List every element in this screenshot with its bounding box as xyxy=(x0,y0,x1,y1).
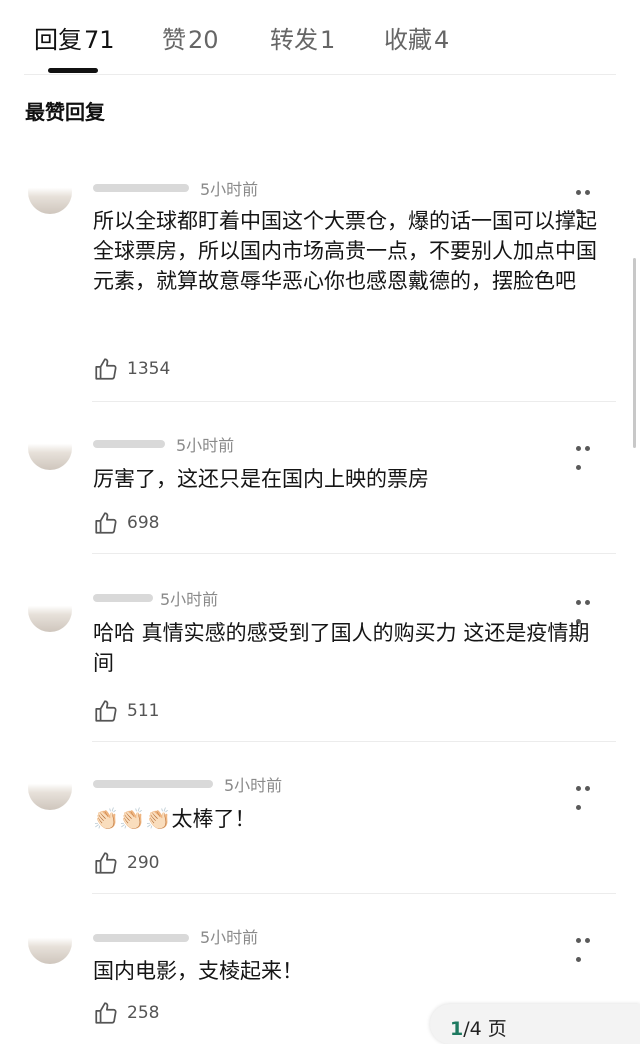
comment-text: 所以全球都盯着中国这个大票仓，爆的话一国可以撑起全球票房，所以国内市场高贵一点，… xyxy=(93,209,597,293)
comment-text: 厉害了，这还只是在国内上映的票房 xyxy=(93,467,429,491)
tabs-divider xyxy=(24,74,616,75)
scrollbar[interactable] xyxy=(633,258,636,448)
username[interactable] xyxy=(93,184,189,192)
tab-favorites[interactable]: 收藏4 xyxy=(384,20,449,55)
tab-bar: 回复71 赞20 转发1 收藏4 xyxy=(0,0,640,74)
comment-item: 5小时前 哈哈 真情实感的感受到了国人的购买力 这还是疫情期间 511 xyxy=(0,580,640,740)
comment-text: 👏🏻👏🏻👏🏻太棒了！ xyxy=(93,807,256,831)
like-count: 698 xyxy=(127,513,160,533)
username[interactable] xyxy=(93,594,153,602)
username[interactable] xyxy=(93,934,189,942)
comment-item: 5小时前 👏🏻👏🏻👏🏻太棒了！ 290 xyxy=(0,766,640,892)
avatar[interactable] xyxy=(28,170,72,214)
comment-time: 5小时前 xyxy=(176,436,235,455)
thumbs-up-icon xyxy=(95,852,117,874)
like-count: 290 xyxy=(127,853,160,873)
avatar[interactable] xyxy=(28,920,72,964)
username[interactable] xyxy=(93,440,165,448)
thumbs-up-icon xyxy=(95,700,117,722)
more-dots-icon[interactable] xyxy=(576,928,602,962)
page-total: /4 页 xyxy=(463,1018,507,1040)
comment-text: 哈哈 真情实感的感受到了国人的购买力 这还是疫情期间 xyxy=(93,621,590,675)
tab-likes[interactable]: 赞20 xyxy=(162,20,219,55)
page-indicator[interactable]: 1/4 页 xyxy=(430,1004,640,1044)
avatar[interactable] xyxy=(28,588,72,632)
like-count: 511 xyxy=(127,701,160,721)
comment-divider xyxy=(92,553,616,554)
comment-item: 5小时前 所以全球都盯着中国这个大票仓，爆的话一国可以撑起全球票房，所以国内市场… xyxy=(0,170,640,400)
more-dots-icon[interactable] xyxy=(576,590,602,624)
avatar[interactable] xyxy=(28,426,72,470)
more-dots-icon[interactable] xyxy=(576,436,602,470)
username[interactable] xyxy=(93,780,213,788)
like-count: 258 xyxy=(127,1003,160,1023)
tab-replies[interactable]: 回复71 xyxy=(34,20,115,55)
more-dots-icon[interactable] xyxy=(576,776,602,810)
comment-time: 5小时前 xyxy=(200,180,259,199)
current-page: 1 xyxy=(450,1018,464,1040)
comment-time: 5小时前 xyxy=(200,928,259,947)
thumbs-up-icon xyxy=(95,1002,117,1024)
like-count: 1354 xyxy=(127,359,171,379)
tab-reposts[interactable]: 转发1 xyxy=(270,20,335,55)
comment-divider xyxy=(92,741,616,742)
comment-text: 国内电影，支棱起来！ xyxy=(93,959,303,983)
thumbs-up-icon xyxy=(95,358,117,380)
avatar[interactable] xyxy=(28,766,72,810)
thumbs-up-icon xyxy=(95,512,117,534)
comment-time: 5小时前 xyxy=(160,590,219,609)
comment-divider xyxy=(92,401,616,402)
section-title: 最赞回复 xyxy=(25,100,105,124)
comment-item: 5小时前 厉害了，这还只是在国内上映的票房 698 xyxy=(0,426,640,552)
comment-time: 5小时前 xyxy=(224,776,283,795)
comment-divider xyxy=(92,893,616,894)
more-dots-icon[interactable] xyxy=(576,180,602,214)
active-tab-indicator xyxy=(48,68,98,73)
